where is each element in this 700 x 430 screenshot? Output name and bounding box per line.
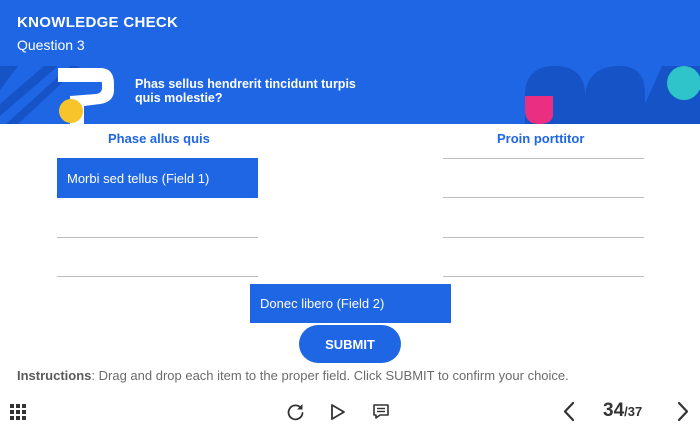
grid-menu-icon[interactable] (10, 404, 27, 421)
geometric-decoration (525, 66, 700, 124)
submit-button[interactable]: SUBMIT (299, 325, 401, 363)
drop-zone-right-3[interactable] (443, 237, 644, 238)
replay-icon[interactable] (287, 403, 305, 421)
instructions-label: Instructions (17, 368, 92, 383)
page-current: 34 (603, 400, 625, 421)
header-banner: KNOWLEDGE CHECK Question 3 Phas sellus h… (0, 0, 700, 124)
next-icon[interactable] (676, 401, 690, 422)
drop-zone-right-2[interactable] (443, 197, 644, 198)
question-mark-icon (58, 68, 114, 124)
left-column-heading: Phase allus quis (108, 131, 210, 146)
page-title: KNOWLEDGE CHECK (17, 14, 179, 31)
drop-zone-right-1[interactable] (443, 158, 644, 159)
transcript-icon[interactable] (372, 403, 390, 420)
question-text: Phas sellus hendrerit tincidunt turpis q… (135, 77, 356, 105)
right-column-heading: Proin porttitor (497, 131, 585, 146)
drop-zone-right-4[interactable] (443, 276, 644, 277)
instructions: Instructions: Drag and drop each item to… (17, 368, 569, 383)
drop-zone-left-3[interactable] (57, 276, 258, 277)
question-number: Question 3 (17, 37, 85, 53)
play-icon[interactable] (330, 403, 346, 421)
previous-icon[interactable] (562, 401, 576, 422)
drag-item-field-2[interactable]: Donec libero (Field 2) (250, 284, 451, 323)
drop-zone-left-2[interactable] (57, 237, 258, 238)
instructions-text: : Drag and drop each item to the proper … (91, 368, 569, 383)
page-indicator: 34/37 (603, 400, 642, 422)
drag-item-field-1[interactable]: Morbi sed tellus (Field 1) (57, 158, 258, 198)
page-total: 37 (627, 404, 643, 419)
